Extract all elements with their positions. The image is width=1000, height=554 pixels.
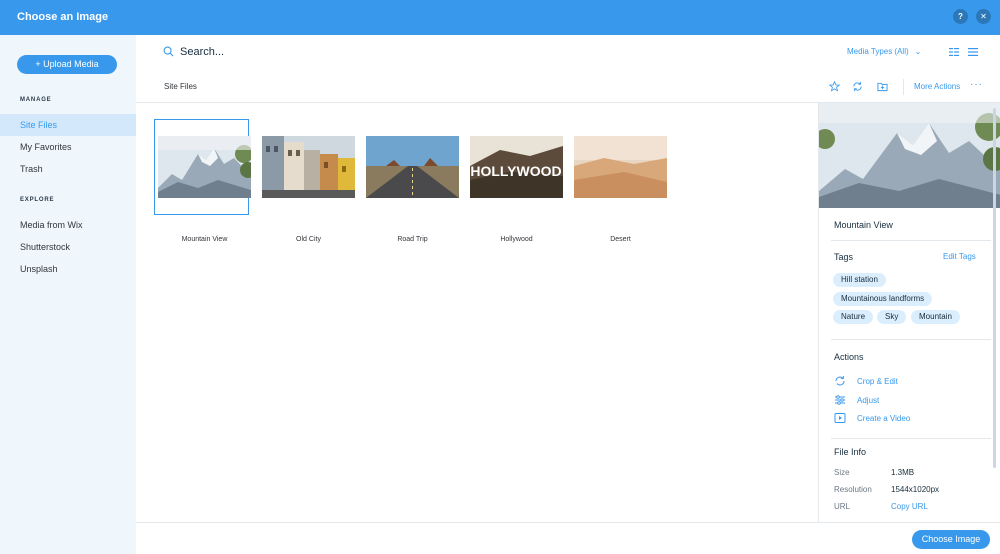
action-label: Crop & Edit <box>857 377 898 386</box>
selected-file-name: Mountain View <box>834 220 893 230</box>
media-types-label: Media Types (All) <box>847 47 909 56</box>
breadcrumb: Site Files <box>164 82 197 91</box>
tag-chip[interactable]: Nature <box>833 310 874 324</box>
new-folder-icon[interactable] <box>877 81 888 92</box>
preview-image <box>819 103 1000 208</box>
divider <box>831 339 991 340</box>
window-title: Choose an Image <box>17 11 109 23</box>
media-item-caption: Desert <box>610 236 631 243</box>
explore-heading: EXPLORE <box>20 197 55 203</box>
thumbnail-image <box>262 136 355 198</box>
details-panel: Mountain View Tags Edit Tags Hill statio… <box>818 103 1000 522</box>
tags-title: Tags <box>834 252 854 262</box>
media-item-caption: Road Trip <box>397 236 428 243</box>
file-info-title: File Info <box>834 447 867 457</box>
tag-chip[interactable]: Sky <box>877 310 907 324</box>
details-scrollbar[interactable] <box>993 108 996 468</box>
media-item-caption: Mountain View <box>181 236 228 243</box>
tag-chip[interactable]: Mountainous landforms <box>833 292 933 306</box>
sidebar-item-media-from-wix[interactable]: Media from Wix <box>0 214 136 236</box>
edit-tags-link[interactable]: Edit Tags <box>943 252 976 261</box>
manage-heading: MANAGE <box>20 97 52 103</box>
toolbar-divider <box>903 79 904 95</box>
file-info-key: Resolution <box>834 485 872 494</box>
search-input[interactable]: Search... <box>180 46 224 58</box>
star-icon[interactable] <box>829 81 840 92</box>
footer: Choose Image <box>136 522 1000 554</box>
action-label: Create a Video <box>857 414 911 423</box>
tag-chip[interactable]: Mountain <box>911 310 960 324</box>
toolbar: Site Files More Actions ··· <box>136 71 1000 103</box>
chevron-down-icon: ⌄ <box>914 47 922 56</box>
file-info-key: Size <box>834 468 850 477</box>
media-types-dropdown[interactable]: Media Types (All) ⌄ <box>847 47 921 56</box>
search-icon <box>163 46 174 57</box>
sidebar-item-site-files[interactable]: Site Files <box>0 114 136 136</box>
upload-media-button[interactable]: + Upload Media <box>17 55 117 74</box>
copy-url-link[interactable]: Copy URL <box>891 502 928 511</box>
refresh-icon[interactable] <box>852 81 863 92</box>
thumbnail-image <box>158 136 251 198</box>
help-button[interactable]: ? <box>953 9 968 24</box>
tag-chip[interactable]: Hill station <box>833 273 886 287</box>
more-dots-icon[interactable]: ··· <box>970 79 983 90</box>
actions-title: Actions <box>834 352 864 362</box>
media-item-caption: Old City <box>296 236 321 243</box>
divider <box>831 438 991 439</box>
resolution-value: 1544x1020px <box>891 485 940 494</box>
file-info-key: URL <box>834 502 851 511</box>
action-label: Adjust <box>857 396 880 405</box>
thumbnail-image: HOLLYWOOD <box>470 136 563 198</box>
sidebar-item-unsplash[interactable]: Unsplash <box>0 258 136 280</box>
hollywood-sign-text: HOLLYWOOD <box>470 163 561 179</box>
thumbnail-image <box>574 136 667 198</box>
more-actions-button[interactable]: More Actions <box>914 82 960 91</box>
sidebar-item-trash[interactable]: Trash <box>0 158 136 180</box>
sidebar-item-shutterstock[interactable]: Shutterstock <box>0 236 136 258</box>
search-bar: Search... Media Types (All) ⌄ <box>136 35 1000 71</box>
grid-view-icon[interactable] <box>968 47 978 57</box>
crop-icon <box>835 375 845 386</box>
choose-image-button[interactable]: Choose Image <box>912 530 990 549</box>
thumbnail-image <box>366 136 459 198</box>
divider <box>831 240 991 241</box>
file-size-value: 1.3MB <box>891 468 915 477</box>
media-item-caption: Hollywood <box>500 236 533 243</box>
list-view-icon[interactable] <box>949 47 959 57</box>
sidebar-item-my-favorites[interactable]: My Favorites <box>0 136 136 158</box>
video-icon <box>834 413 846 423</box>
sidebar: + Upload Media MANAGE Site Files My Favo… <box>0 35 136 554</box>
close-button[interactable]: ✕ <box>976 9 991 24</box>
adjust-icon <box>835 395 845 405</box>
title-bar: Choose an Image ? ✕ <box>0 0 1000 35</box>
